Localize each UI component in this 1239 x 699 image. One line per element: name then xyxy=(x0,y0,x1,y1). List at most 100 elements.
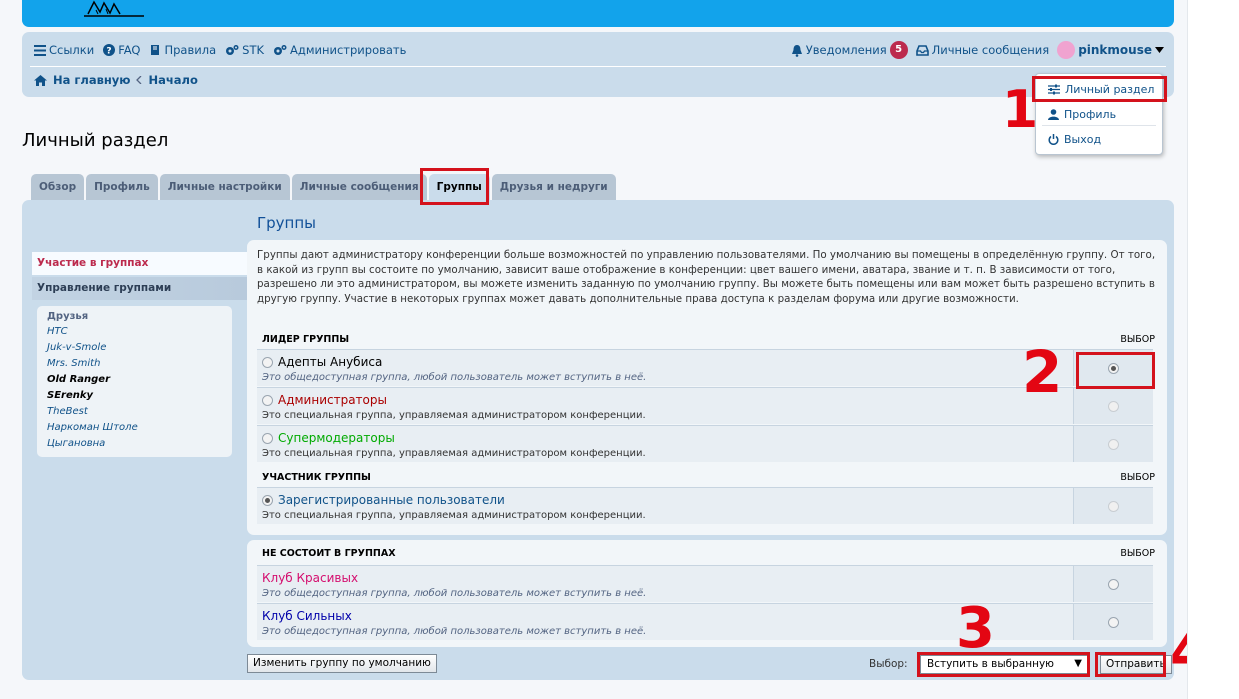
annotation-number-2: 2 xyxy=(1022,338,1063,406)
group-row-main: Клуб Сильных xyxy=(262,609,352,623)
leader-heading: ЛИДЕР ГРУППЫ xyxy=(262,334,350,345)
side-item-membership[interactable]: Участие в группах xyxy=(32,252,247,275)
tab-3[interactable]: Личные сообщения xyxy=(291,174,427,200)
nav-notifications[interactable]: Уведомления 5 xyxy=(791,41,908,59)
breadcrumb-home[interactable]: На главную xyxy=(53,73,130,87)
home-icon xyxy=(34,74,47,86)
friend-item[interactable]: Old Ranger xyxy=(47,372,222,388)
friend-item[interactable]: Mrs. Smith xyxy=(47,356,222,372)
friend-item[interactable]: Цыгановна xyxy=(47,436,222,452)
default-group-radio[interactable] xyxy=(262,356,273,368)
group-name[interactable]: Клуб Красивых xyxy=(262,571,358,585)
nav-rules-label: Правила xyxy=(164,43,217,57)
nav-admin-label: Администрировать xyxy=(290,43,407,57)
member-heading: УЧАСТНИК ГРУППЫ xyxy=(262,472,371,483)
group-row: Адепты Анубиса Это общедоступная группа, … xyxy=(257,349,1153,386)
question-circle-icon: ? xyxy=(103,44,116,57)
group-name[interactable]: Клуб Сильных xyxy=(262,609,352,623)
group-name[interactable]: Зарегистрированные пользователи xyxy=(278,493,505,507)
nav-stk-label: STK xyxy=(242,43,265,57)
group-select-radio[interactable] xyxy=(1108,616,1119,628)
nav-faq[interactable]: ? FAQ xyxy=(103,43,140,57)
content-title: Группы xyxy=(257,214,317,232)
annotation-box-ucp xyxy=(1032,76,1167,102)
group-description: Это общедоступная группа, любой пользова… xyxy=(262,372,647,383)
main-panel: Участие в группах Управление группами Др… xyxy=(22,200,1174,680)
dropdown-item-logout[interactable]: Выход xyxy=(1048,133,1101,146)
group-row: Клуб Красивых Это общедоступная группа, л… xyxy=(257,565,1153,602)
page: Ссылки ? FAQ Правила STK Администрироват… xyxy=(0,0,1209,699)
nonmember-box: НЕ СОСТОИТ В ГРУППАХ ВЫБОР Клуб Красивых… xyxy=(247,540,1167,647)
nav-faq-label: FAQ xyxy=(118,43,141,57)
groups-intro: Группы дают администратору конференции б… xyxy=(257,249,1156,305)
group-select-radio[interactable] xyxy=(1108,578,1119,590)
cogs-icon xyxy=(274,45,287,55)
inbox-icon xyxy=(915,44,929,56)
group-select-cell xyxy=(1073,566,1153,602)
book-icon xyxy=(151,45,160,55)
group-name[interactable]: Администраторы xyxy=(278,393,387,407)
tab-5[interactable]: Друзья и недруги xyxy=(491,174,616,200)
nonmember-heading: НЕ СОСТОИТ В ГРУППАХ xyxy=(262,548,396,559)
default-group-radio[interactable] xyxy=(262,394,273,406)
breadcrumb-current[interactable]: Начало xyxy=(148,73,197,87)
site-header xyxy=(22,0,1174,27)
group-description: Это специальная группа, управляемая адми… xyxy=(262,448,646,459)
nav-messages[interactable]: Личные сообщения xyxy=(915,43,1050,57)
change-default-button[interactable]: Изменить группу по умолчанию xyxy=(247,654,437,673)
group-row-main: Зарегистрированные пользователи xyxy=(262,493,505,507)
user-menu-toggle[interactable]: pinkmouse xyxy=(1057,41,1164,59)
group-select-cell xyxy=(1073,604,1153,640)
nav-links-label: Ссылки xyxy=(49,43,95,57)
dropdown-profile-label: Профиль xyxy=(1064,108,1117,121)
power-icon xyxy=(1048,134,1059,145)
tab-0[interactable]: Обзор xyxy=(31,174,85,200)
group-name[interactable]: Супермодераторы xyxy=(278,431,395,445)
select-heading: ВЫБОР xyxy=(1120,334,1155,345)
logo-icon xyxy=(84,0,144,17)
tab-1[interactable]: Профиль xyxy=(86,174,158,200)
group-row-main: Супермодераторы xyxy=(262,431,395,445)
default-group-radio[interactable] xyxy=(262,432,273,444)
dropdown-logout-label: Выход xyxy=(1064,133,1102,146)
group-select-radio xyxy=(1108,438,1119,450)
menu-icon xyxy=(34,44,46,56)
group-select-radio xyxy=(1108,500,1119,512)
group-select-radio xyxy=(1108,400,1119,412)
avatar xyxy=(1057,41,1076,59)
side-item-manage[interactable]: Управление группами xyxy=(32,277,247,300)
user-icon xyxy=(1048,109,1059,120)
tab-2[interactable]: Личные настройки xyxy=(159,174,290,200)
nav-rules[interactable]: Правила xyxy=(149,43,216,57)
group-select-cell xyxy=(1073,488,1153,524)
chevron-left-icon xyxy=(136,76,142,84)
caret-down-icon xyxy=(1155,47,1164,53)
nav-admin[interactable]: Администрировать xyxy=(273,43,406,57)
dropdown-item-profile[interactable]: Профиль xyxy=(1048,108,1116,121)
annotation-box-select xyxy=(917,652,1090,677)
annotation-box-submit xyxy=(1095,652,1166,677)
group-row: Супермодераторы Это специальная группа, у… xyxy=(257,425,1153,462)
friend-item[interactable]: HTC xyxy=(47,324,222,340)
friend-item[interactable]: Juk-v-Smole xyxy=(47,340,222,356)
side-menu: Участие в группах Управление группами xyxy=(32,252,247,300)
annotation-box-groups-tab xyxy=(420,168,489,205)
group-name[interactable]: Адепты Анубиса xyxy=(278,355,382,369)
nav-stk[interactable]: STK xyxy=(225,43,264,57)
nav-divider xyxy=(30,66,1166,67)
default-group-radio[interactable] xyxy=(262,494,273,506)
annotation-box-radio xyxy=(1076,352,1155,389)
friend-item[interactable]: SErenky xyxy=(47,388,222,404)
select-label: Выбор: xyxy=(869,658,908,670)
page-title: Личный раздел xyxy=(22,130,169,151)
group-row: Клуб Сильных Это общедоступная группа, лю… xyxy=(257,603,1153,640)
friend-item[interactable]: TheBest xyxy=(47,404,222,420)
select-heading: ВЫБОР xyxy=(1120,548,1155,559)
svg-text:?: ? xyxy=(107,47,112,57)
annotation-number-3: 3 xyxy=(956,596,995,661)
nav-messages-label: Личные сообщения xyxy=(931,43,1050,57)
friend-item[interactable]: Наркоман Штоле xyxy=(47,420,222,436)
username: pinkmouse xyxy=(1078,43,1152,57)
nav-links[interactable]: Ссылки xyxy=(34,43,94,57)
scroll-gutter xyxy=(1187,0,1239,699)
